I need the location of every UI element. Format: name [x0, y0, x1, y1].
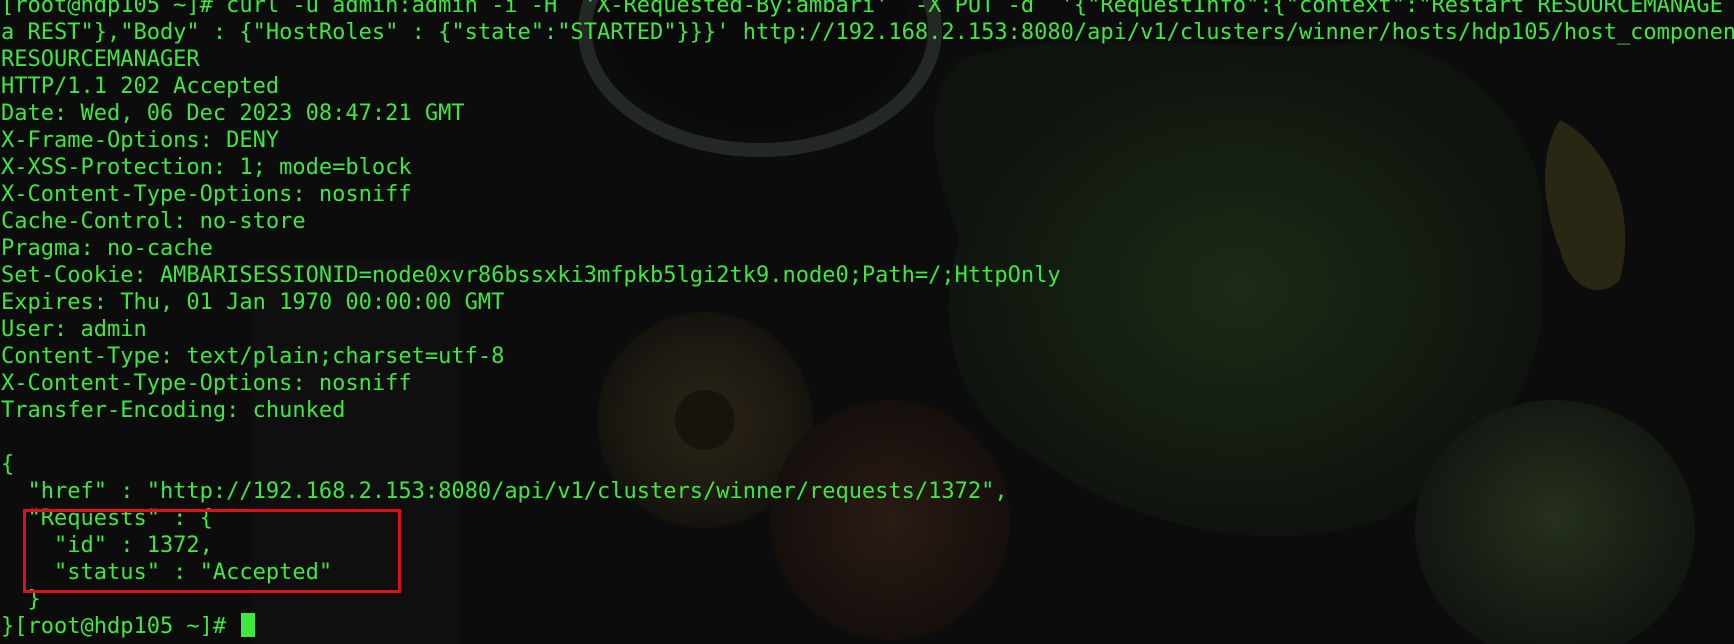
header-line: Expires: Thu, 01 Jan 1970 00:00:00 GMT: [1, 290, 505, 315]
header-line: X-Content-Type-Options: nosniff: [1, 182, 412, 207]
header-line: Transfer-Encoding: chunked: [1, 398, 346, 423]
shell-prompt: }[root@hdp105 ~]#: [1, 614, 240, 639]
cursor: [241, 613, 256, 637]
header-line: X-XSS-Protection: 1; mode=block: [1, 155, 412, 180]
header-line: X-Frame-Options: DENY: [1, 128, 280, 153]
json-body-line: "href" : "http://192.168.2.153:8080/api/…: [1, 479, 1008, 504]
header-line: Content-Type: text/plain;charset=utf-8: [1, 344, 505, 369]
prompt-line[interactable]: }[root@hdp105 ~]#: [1, 613, 1734, 640]
command-line-continued: a REST"},"Body" : {"HostRoles" : {"state…: [1, 20, 1734, 45]
highlight-annotation-box: [23, 509, 401, 593]
command-line: [root@hdp105 ~]# curl -u admin:admin -i …: [1, 0, 1723, 18]
terminal-window[interactable]: [root@hdp105 ~]# curl -u admin:admin -i …: [0, 0, 1734, 644]
header-line: Set-Cookie: AMBARISESSIONID=node0xvr86bs…: [1, 263, 1061, 288]
json-body-line: {: [1, 452, 15, 477]
header-line: Cache-Control: no-store: [1, 209, 306, 234]
header-line: Date: Wed, 06 Dec 2023 08:47:21 GMT: [1, 101, 465, 126]
header-line: User: admin: [1, 317, 147, 342]
header-line: X-Content-Type-Options: nosniff: [1, 371, 412, 396]
command-line-continued: RESOURCEMANAGER: [1, 47, 200, 72]
header-line: Pragma: no-cache: [1, 236, 213, 261]
http-status-line: HTTP/1.1 202 Accepted: [1, 74, 280, 99]
